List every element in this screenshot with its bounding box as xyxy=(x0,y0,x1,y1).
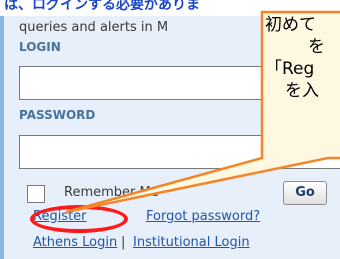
callout-line-2: を xyxy=(308,37,325,57)
callout-line-3: 「Reg xyxy=(265,59,315,79)
callout-text: 初めて を 「Reg を入 xyxy=(265,14,340,102)
callout-line-1: 初めて xyxy=(265,15,316,35)
callout-line-4: を入 xyxy=(285,81,319,101)
